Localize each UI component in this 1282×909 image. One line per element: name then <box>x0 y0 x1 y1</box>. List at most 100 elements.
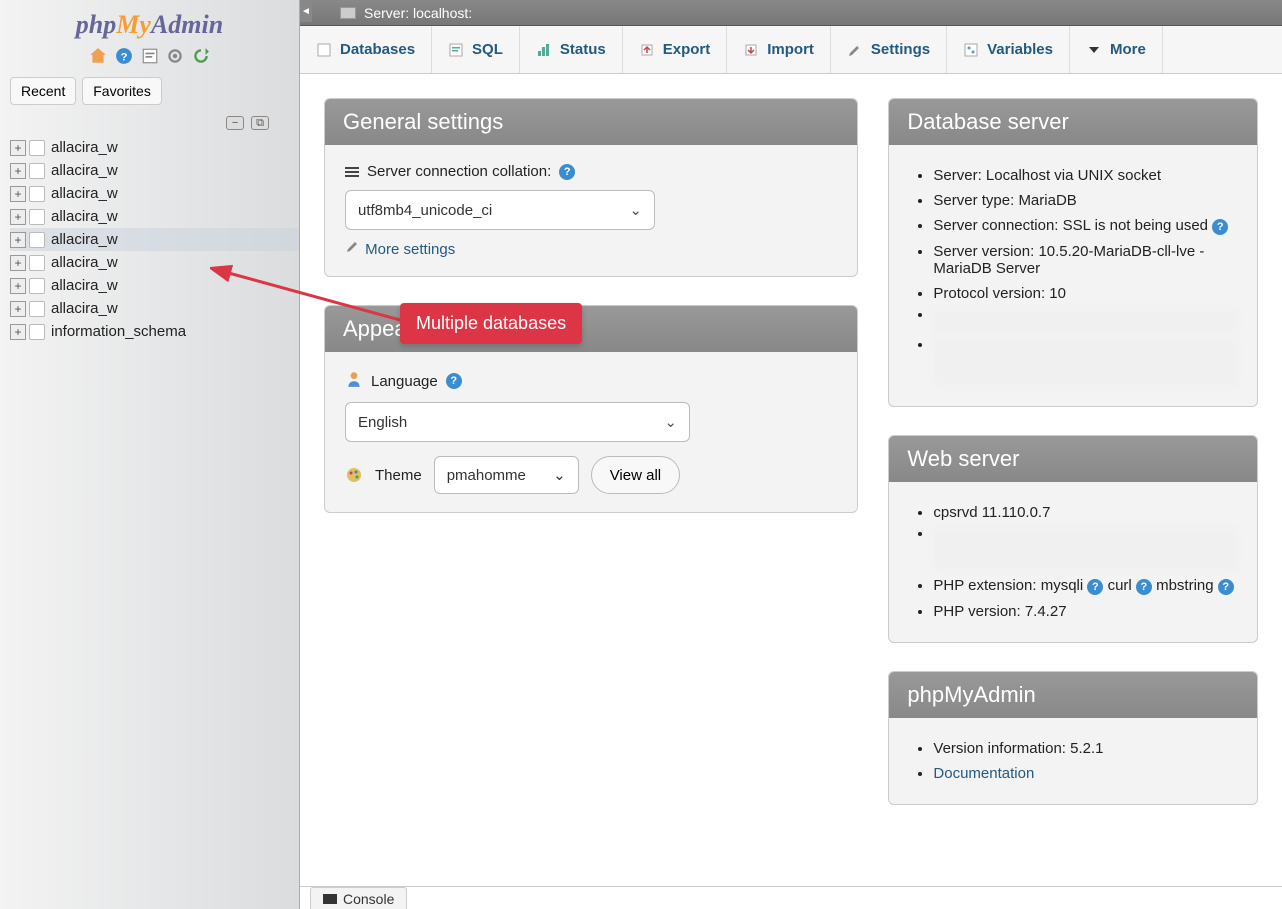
help-icon[interactable]: ? <box>1218 579 1234 595</box>
menu-settings[interactable]: Settings <box>831 26 947 73</box>
sidebar-quick-icons: ? <box>0 45 299 73</box>
menu-label: Databases <box>340 41 415 58</box>
view-all-button[interactable]: View all <box>591 456 680 494</box>
logo[interactable]: phpMyAdmin <box>0 0 299 45</box>
expand-icon[interactable]: + <box>10 324 26 340</box>
text: mbstring <box>1156 577 1214 594</box>
webserver-item-redacted <box>933 525 1237 573</box>
db-item[interactable]: +allacira_w <box>10 251 299 274</box>
db-name: allacira_w <box>51 208 118 225</box>
db-name: information_schema <box>51 323 186 340</box>
help-icon[interactable]: ? <box>115 47 133 65</box>
theme-select[interactable]: pmahomme ⌄ <box>434 456 579 494</box>
db-item[interactable]: + allacira_w <box>10 182 299 205</box>
menu-sql[interactable]: SQL <box>432 26 520 73</box>
sql-icon <box>448 42 464 58</box>
menu-more[interactable]: More <box>1070 26 1163 73</box>
pma-documentation: Documentation <box>933 761 1237 786</box>
palette-icon <box>345 466 363 484</box>
database-icon <box>29 186 45 202</box>
console-bar: Console <box>300 886 1282 909</box>
db-item[interactable]: + allacira_w <box>10 274 299 297</box>
db-name: allacira_w <box>51 139 118 156</box>
console-toggle[interactable]: Console <box>310 887 407 909</box>
panel-title: Database server <box>889 99 1257 145</box>
db-name: allacira_w <box>51 162 118 179</box>
language-select[interactable]: English ⌄ <box>345 402 690 442</box>
pma-list: Version information: 5.2.1 Documentation <box>909 736 1237 786</box>
dbserver-list: Server: Localhost via UNIX socket Server… <box>909 163 1237 388</box>
help-icon[interactable]: ? <box>559 164 575 180</box>
database-icon <box>29 163 45 179</box>
text: mysqli <box>1041 577 1084 594</box>
database-icon <box>29 324 45 340</box>
reload-icon[interactable] <box>192 47 210 65</box>
gear-icon[interactable] <box>166 47 184 65</box>
more-settings-row: More settings <box>345 238 837 258</box>
topbar: Server: localhost: <box>300 0 1282 26</box>
more-settings-link[interactable]: More settings <box>365 241 455 258</box>
link-icon[interactable]: ⧉ <box>251 116 269 130</box>
expand-icon[interactable]: + <box>10 140 26 156</box>
sidebar: phpMyAdmin ? Recent Favorites − ⧉ + allac… <box>0 0 300 909</box>
menu-label: Status <box>560 41 606 58</box>
db-item[interactable]: + allacira_w <box>10 159 299 182</box>
db-item[interactable]: + allacira_w <box>10 136 299 159</box>
help-icon[interactable]: ? <box>446 373 462 389</box>
menu-export[interactable]: Export <box>623 26 728 73</box>
tree-controls: − ⧉ <box>0 109 299 136</box>
language-row: Language ? <box>345 370 837 392</box>
help-icon[interactable]: ? <box>1136 579 1152 595</box>
expand-icon[interactable]: + <box>10 278 26 294</box>
expand-icon[interactable]: + <box>10 209 26 225</box>
theme-value: pmahomme <box>447 467 526 484</box>
database-icon <box>29 232 45 248</box>
text: curl <box>1108 577 1132 594</box>
expand-icon[interactable]: + <box>10 301 26 317</box>
menu-label: Import <box>767 41 814 58</box>
import-icon <box>743 42 759 58</box>
webserver-item: PHP extension: mysqli ? curl ? mbstring … <box>933 573 1237 599</box>
right-column: Database server Server: Localhost via UN… <box>888 98 1258 833</box>
theme-label: Theme <box>375 467 422 484</box>
menu-import[interactable]: Import <box>727 26 831 73</box>
database-icon <box>29 301 45 317</box>
menubar: Databases SQL Status Export Import Setti… <box>300 26 1282 74</box>
sidebar-collapse-handle[interactable]: ◄ <box>300 2 312 22</box>
favorites-tab[interactable]: Favorites <box>82 77 162 105</box>
db-item[interactable]: + information_schema <box>10 320 299 343</box>
home-icon[interactable] <box>89 47 107 65</box>
documentation-link[interactable]: Documentation <box>933 765 1034 782</box>
expand-icon[interactable]: + <box>10 255 26 271</box>
database-icon <box>29 255 45 271</box>
help-icon[interactable]: ? <box>1212 219 1228 235</box>
collation-select[interactable]: utf8mb4_unicode_ci ⌄ <box>345 190 655 230</box>
person-icon <box>345 370 363 392</box>
menu-status[interactable]: Status <box>520 26 623 73</box>
db-name: allacira_w <box>51 185 118 202</box>
content: General settings Server connection colla… <box>300 74 1282 909</box>
collapse-all-icon[interactable]: − <box>226 116 244 130</box>
menu-variables[interactable]: Variables <box>947 26 1070 73</box>
recent-tab[interactable]: Recent <box>10 77 76 105</box>
db-item[interactable]: +allacira_w <box>10 228 299 251</box>
status-icon <box>536 42 552 58</box>
export-icon <box>639 42 655 58</box>
chevron-down-icon: ⌄ <box>664 413 677 431</box>
db-name: allacira_w <box>51 277 118 294</box>
expand-icon[interactable]: + <box>10 186 26 202</box>
menu-label: More <box>1110 41 1146 58</box>
theme-row: Theme pmahomme ⌄ View all <box>345 456 837 494</box>
menu-databases[interactable]: Databases <box>300 26 432 73</box>
logo-my: My <box>116 10 151 39</box>
sql-query-icon[interactable] <box>141 47 159 65</box>
help-icon[interactable]: ? <box>1087 579 1103 595</box>
expand-icon[interactable]: + <box>10 163 26 179</box>
dbserver-item-redacted <box>933 306 1237 336</box>
logo-admin: Admin <box>151 10 223 39</box>
webserver-item: PHP version: 7.4.27 <box>933 599 1237 624</box>
db-item[interactable]: + allacira_w <box>10 205 299 228</box>
console-label: Console <box>343 891 394 907</box>
expand-icon[interactable]: + <box>10 232 26 248</box>
db-item[interactable]: +allacira_w <box>10 297 299 320</box>
